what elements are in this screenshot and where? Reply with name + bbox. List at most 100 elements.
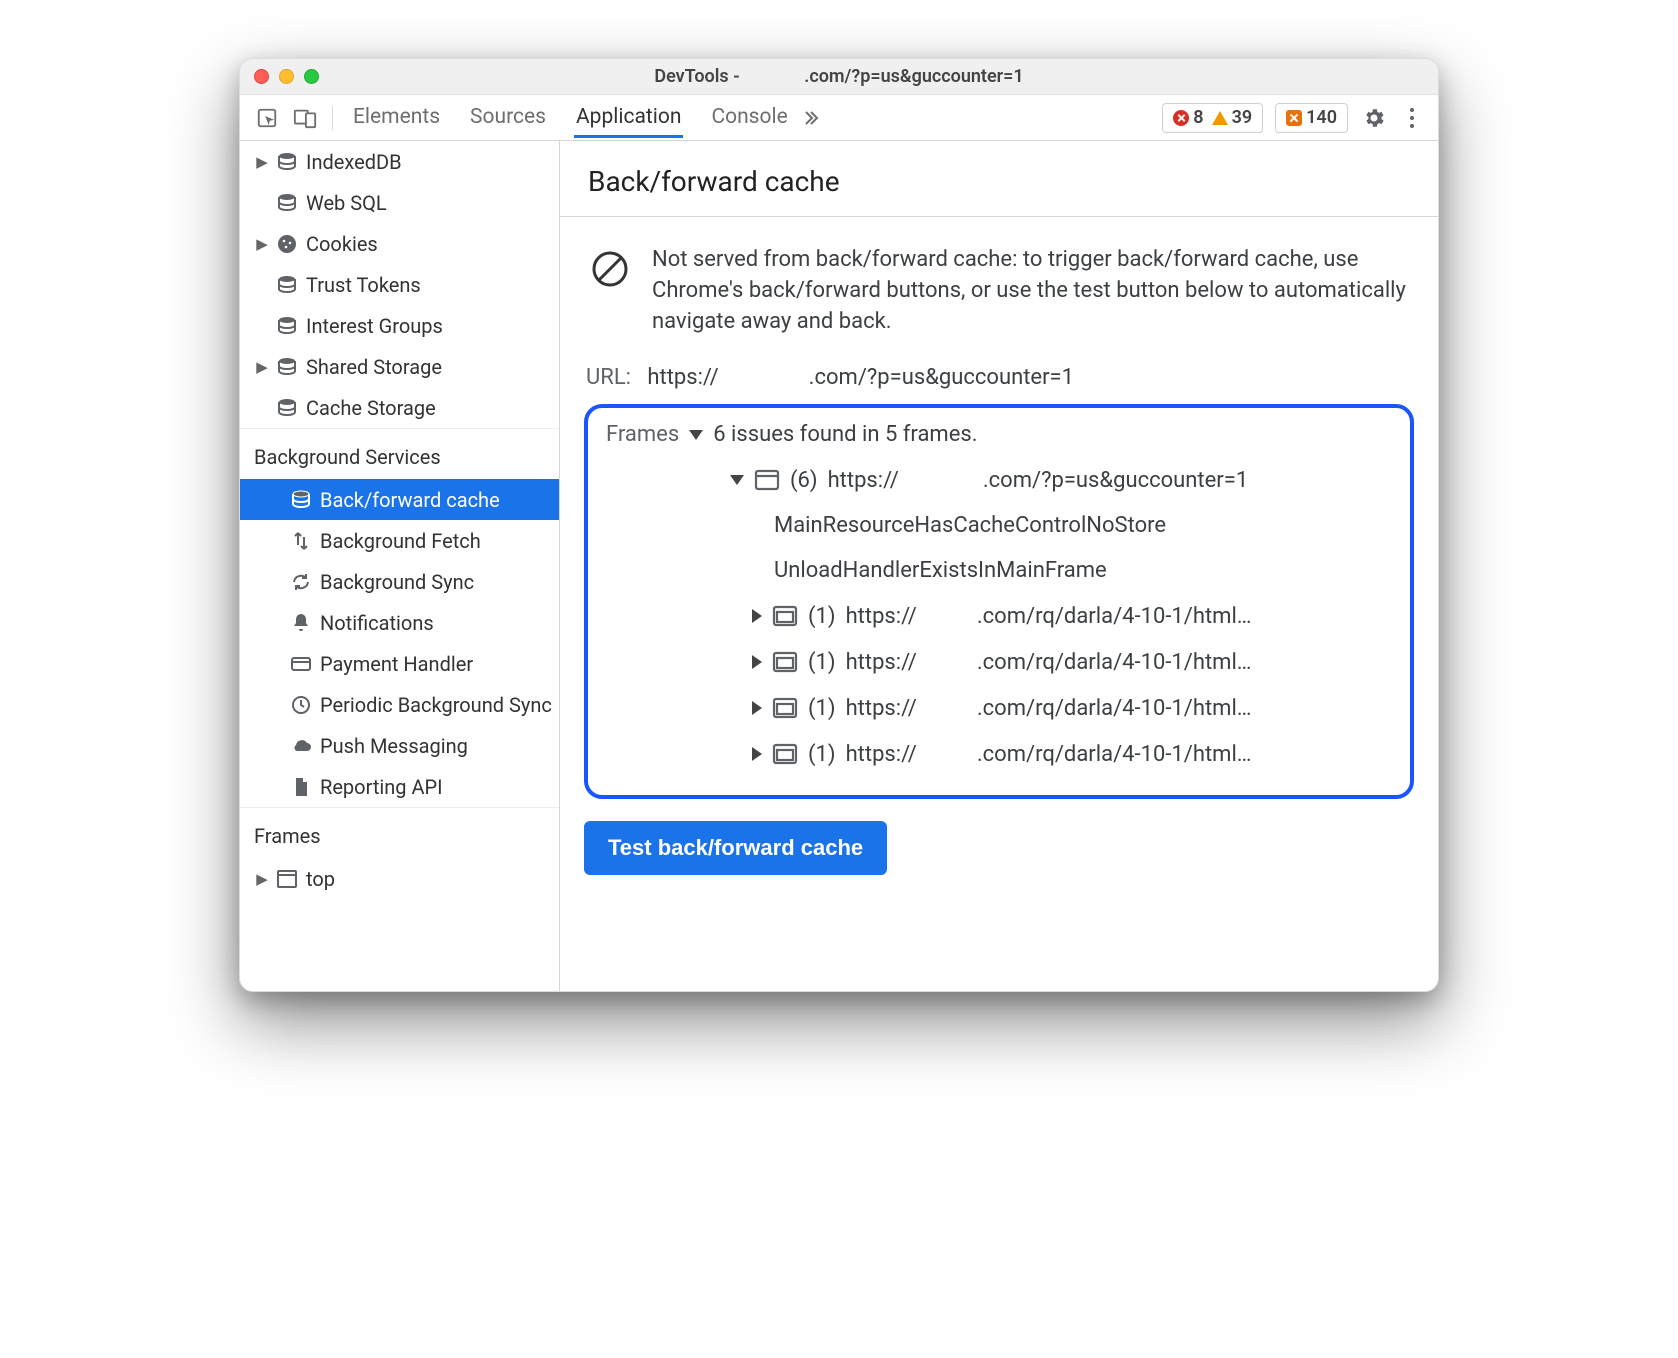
sidebar-item-cookies[interactable]: ▶Cookies	[240, 223, 559, 264]
more-tabs-icon[interactable]	[794, 102, 826, 134]
tab-application[interactable]: Application	[574, 97, 683, 138]
sidebar-item-reporting-api[interactable]: Reporting API	[240, 766, 559, 807]
tab-elements[interactable]: Elements	[351, 97, 442, 138]
info-banner: Not served from back/forward cache: to t…	[584, 235, 1414, 361]
sidebar-item-periodic-background-sync[interactable]: Periodic Background Sync	[240, 684, 559, 725]
sidebar-item-label: Reporting API	[320, 775, 443, 799]
reasons: MainResourceHasCacheControlNoStore Unloa…	[730, 503, 1392, 593]
subframe-suffix: .com/rq/darla/4-10-1/html…	[977, 742, 1252, 767]
sidebar-item-label: Notifications	[320, 611, 434, 635]
sidebar-item-indexeddb[interactable]: ▶ IndexedDB	[240, 141, 559, 182]
subframe-count: (1)	[808, 696, 836, 721]
title-prefix: DevTools -	[654, 66, 739, 87]
sidebar-item-label: Payment Handler	[320, 652, 473, 676]
subframe-row[interactable]: (1)https://.com/rq/darla/4-10-1/html…	[752, 593, 1392, 639]
subframe-count: (1)	[808, 650, 836, 675]
console-counts-pill[interactable]: 8 39	[1162, 103, 1263, 133]
tab-sources[interactable]: Sources	[468, 97, 548, 138]
iframe-icon	[772, 651, 798, 673]
chevron-right-icon: ▶	[254, 153, 270, 171]
reason-item: MainResourceHasCacheControlNoStore	[774, 503, 1392, 548]
prohibited-icon	[590, 249, 630, 289]
sidebar-item-label: Interest Groups	[306, 314, 443, 338]
top-frame-count: (6)	[790, 468, 818, 493]
sidebar-item-label: Push Messaging	[320, 734, 468, 758]
storage-section: ▶ IndexedDB Web SQL ▶Cookies Trust Tokens Int…	[240, 141, 559, 428]
sidebar-item-notifications[interactable]: Notifications	[240, 602, 559, 643]
sidebar-item-cache-storage[interactable]: Cache Storage	[240, 387, 559, 428]
subframe-count: (1)	[808, 742, 836, 767]
warning-icon	[1212, 111, 1228, 125]
subframe-suffix: .com/rq/darla/4-10-1/html…	[977, 696, 1252, 721]
sidebar-item-back-forward-cache[interactable]: Back/forward cache	[240, 479, 559, 520]
card-icon	[290, 653, 314, 675]
subframe-suffix: .com/rq/darla/4-10-1/html…	[977, 650, 1252, 675]
database-icon	[276, 315, 300, 337]
close-window-button[interactable]	[254, 69, 269, 84]
subframe-prefix: https://	[846, 650, 917, 675]
chevron-right-icon: ▶	[254, 358, 270, 376]
sidebar-item-push-messaging[interactable]: Push Messaging	[240, 725, 559, 766]
sidebar-item-label: Trust Tokens	[306, 273, 421, 297]
sidebar-item-label: Web SQL	[306, 191, 387, 215]
sidebar-item-label: Shared Storage	[306, 355, 442, 379]
subframe-row[interactable]: (1) https:// .com/rq/darla/4-10-1/html…	[752, 639, 1392, 685]
chevron-right-icon	[752, 747, 762, 761]
subframe-row[interactable]: (1)https://.com/rq/darla/4-10-1/html…	[752, 685, 1392, 731]
sidebar-item-interest-groups[interactable]: Interest Groups	[240, 305, 559, 346]
warning-count: 39	[1232, 107, 1253, 128]
titlebar: DevTools - .com/?p=us&guccounter=1	[240, 59, 1438, 95]
zoom-window-button[interactable]	[304, 69, 319, 84]
cookie-icon	[276, 233, 300, 255]
subframe-prefix: https://	[846, 604, 917, 629]
chevron-down-icon	[730, 475, 744, 485]
sidebar-item-label: Background Sync	[320, 570, 474, 594]
sidebar-item-label: Back/forward cache	[320, 488, 500, 512]
cloud-icon	[290, 735, 314, 757]
frames-header: Frames	[240, 807, 559, 858]
iframe-icon	[772, 697, 798, 719]
sidebar-item-label: IndexedDB	[306, 150, 402, 174]
issues-icon	[1286, 110, 1302, 126]
body: ▶ IndexedDB Web SQL ▶Cookies Trust Tokens Int…	[240, 141, 1438, 991]
file-icon	[290, 776, 314, 798]
sidebar-item-trust-tokens[interactable]: Trust Tokens	[240, 264, 559, 305]
url-suffix: .com/?p=us&guccounter=1	[809, 365, 1074, 390]
frames-header-row[interactable]: Frames 6 issues found in 5 frames.	[606, 422, 1392, 447]
chevron-right-icon	[752, 701, 762, 715]
gear-icon[interactable]	[1362, 106, 1386, 130]
test-bfcache-button[interactable]: Test back/forward cache	[584, 821, 887, 875]
window-title: DevTools - .com/?p=us&guccounter=1	[654, 66, 1023, 87]
frame-icon	[754, 469, 780, 491]
top-frame-row[interactable]: (6) https://.com/?p=us&guccounter=1	[730, 457, 1392, 503]
bg-services-header: Background Services	[240, 428, 559, 479]
subframe-count: (1)	[808, 604, 836, 629]
sidebar-item-shared-storage[interactable]: ▶ Shared Storage	[240, 346, 559, 387]
sidebar-item-background-fetch[interactable]: Background Fetch	[240, 520, 559, 561]
sidebar-item-label: Background Fetch	[320, 529, 481, 553]
chevron-down-icon	[689, 430, 703, 440]
subframe-row[interactable]: (1)https://.com/rq/darla/4-10-1/html…	[752, 731, 1392, 777]
sidebar-item-web-sql[interactable]: Web SQL	[240, 182, 559, 223]
minimize-window-button[interactable]	[279, 69, 294, 84]
sidebar-item-label: Periodic Background Sync	[320, 693, 552, 717]
inspect-icon[interactable]	[250, 101, 284, 135]
sidebar-item-background-sync[interactable]: Background Sync	[240, 561, 559, 602]
kebab-icon[interactable]	[1400, 108, 1424, 128]
tab-console[interactable]: Console	[709, 97, 789, 138]
content: Not served from back/forward cache: to t…	[560, 217, 1438, 899]
issues-pill[interactable]: 140	[1275, 103, 1348, 133]
banner-text: Not served from back/forward cache: to t…	[652, 245, 1408, 337]
clock-icon	[290, 694, 314, 716]
database-icon	[276, 192, 300, 214]
chevron-right-icon: ▶	[254, 870, 270, 888]
sync-icon	[290, 571, 314, 593]
url-prefix: https://	[647, 365, 718, 390]
page-title: Back/forward cache	[560, 141, 1438, 217]
frames-summary: 6 issues found in 5 frames.	[713, 422, 977, 447]
reason-item: UnloadHandlerExistsInMainFrame	[774, 548, 1392, 593]
device-icon[interactable]	[288, 101, 322, 135]
sidebar-item-top[interactable]: ▶top	[240, 858, 559, 899]
sidebar-item-payment-handler[interactable]: Payment Handler	[240, 643, 559, 684]
iframe-icon	[772, 743, 798, 765]
